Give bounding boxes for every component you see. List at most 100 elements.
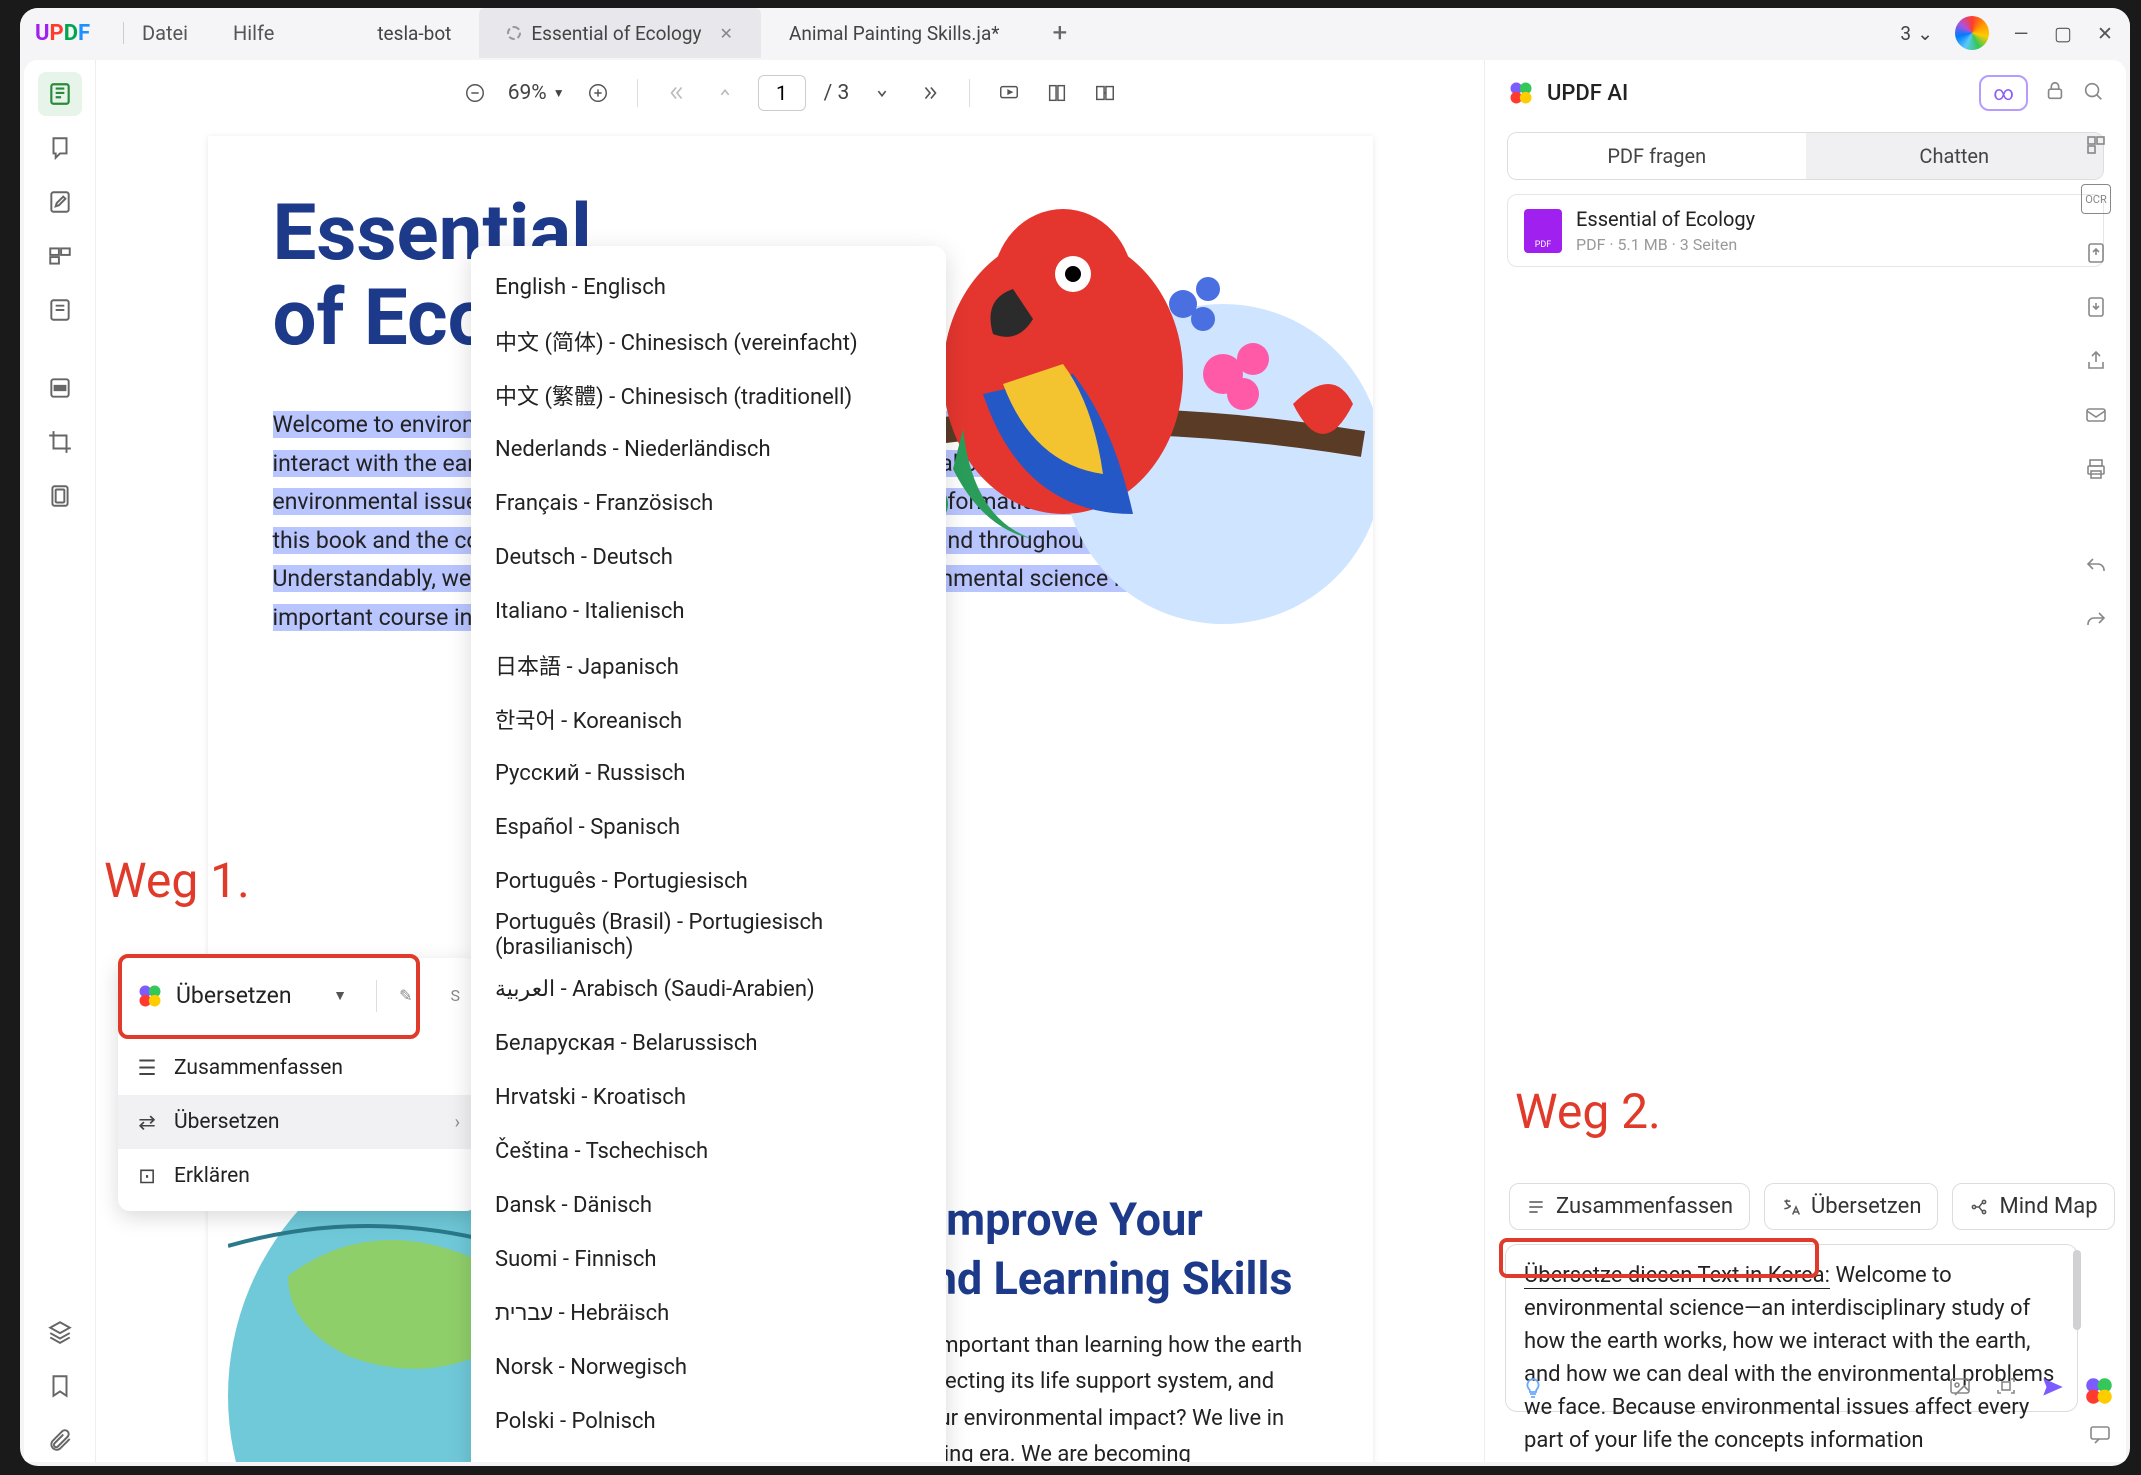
tab-essential-of-ecology[interactable]: Essential of Ecology✕	[479, 8, 761, 58]
language-option[interactable]: Norsk - Norwegisch	[471, 1340, 946, 1394]
tab-chatten[interactable]: Chatten	[1806, 133, 2104, 179]
tab-strip: tesla-bot Essential of Ecology✕ Animal P…	[349, 8, 1900, 58]
language-option[interactable]: Deutsch - Deutsch	[471, 530, 946, 584]
lock-icon[interactable]	[2044, 80, 2066, 106]
translate-button[interactable]: Übersetzen ▼ ✎ S	[118, 958, 478, 1033]
rail-share[interactable]	[2081, 346, 2111, 376]
minimize-button[interactable]: —	[2011, 23, 2031, 43]
brand-logo: UPDF	[35, 21, 105, 46]
chip-translate[interactable]: Übersetzen	[1764, 1183, 1939, 1230]
zoom-level[interactable]: 69%▼	[508, 81, 565, 105]
last-page-button[interactable]	[915, 78, 945, 108]
language-option[interactable]: 中文 (繁體) - Chinesisch (traditionell)	[471, 368, 946, 422]
highlight-icon[interactable]: ✎	[399, 986, 412, 1005]
rail-thumbnails[interactable]	[2081, 130, 2111, 160]
page-total: / 3	[824, 81, 850, 105]
zoom-out-button[interactable]	[460, 78, 490, 108]
tab-icon	[507, 26, 521, 40]
ai-fab[interactable]	[2082, 1374, 2116, 1412]
floater-menu: ☰Zusammenfassen ⇄Übersetzen› ⊡Erklären	[118, 1033, 478, 1211]
tab-tesla-bot[interactable]: tesla-bot	[349, 8, 479, 58]
maximize-button[interactable]: ▢	[2053, 23, 2073, 43]
page-number-input[interactable]	[758, 75, 806, 111]
language-option[interactable]: العربية - Arabisch (Saudi-Arabien)	[471, 962, 946, 1016]
tab-label: tesla-bot	[377, 22, 451, 45]
language-option[interactable]: Русский - Russisch	[471, 746, 946, 800]
language-option[interactable]: Español - Spanisch	[471, 800, 946, 854]
rail-comment[interactable]	[38, 126, 82, 170]
rail-undo[interactable]	[2081, 552, 2111, 582]
prev-page-button[interactable]	[710, 78, 740, 108]
link-mode-toggle[interactable]: ∞	[1979, 75, 2028, 111]
language-option[interactable]: Hrvatski - Kroatisch	[471, 1070, 946, 1124]
input-scrollbar[interactable]	[2073, 1250, 2081, 1410]
next-page-button[interactable]	[867, 78, 897, 108]
rail-crop[interactable]	[38, 420, 82, 464]
compare-button[interactable]	[1090, 78, 1120, 108]
language-option[interactable]: Čeština - Tschechisch	[471, 1124, 946, 1178]
page-layout-button[interactable]	[1042, 78, 1072, 108]
rail-ocr[interactable]: OCR	[2081, 184, 2111, 214]
search-icon[interactable]	[2082, 80, 2104, 106]
rail-redo[interactable]	[2081, 606, 2111, 636]
image-icon[interactable]	[1948, 1374, 1972, 1404]
explain-icon: ⊡	[136, 1164, 158, 1189]
language-option[interactable]: 한국어 - Koreanisch	[471, 692, 946, 746]
rail-reader[interactable]	[38, 72, 82, 116]
rail-compress[interactable]	[38, 474, 82, 518]
close-icon[interactable]: ✕	[720, 24, 733, 43]
rail-bookmark[interactable]	[38, 1364, 82, 1408]
rail-edit[interactable]	[38, 180, 82, 224]
menu-summarize[interactable]: ☰Zusammenfassen	[118, 1041, 478, 1095]
language-option[interactable]: Português (Brasil) - Portugiesisch (bras…	[471, 908, 946, 962]
language-option[interactable]: Dansk - Dänisch	[471, 1178, 946, 1232]
tab-count[interactable]: 3⌄	[1900, 22, 1933, 45]
language-option[interactable]: Suomi - Finnisch	[471, 1232, 946, 1286]
first-page-button[interactable]	[662, 78, 692, 108]
suggestion-icon[interactable]	[1521, 1376, 1545, 1404]
rail-form[interactable]	[38, 288, 82, 332]
rail-layers[interactable]	[38, 1310, 82, 1354]
rail-export[interactable]	[2081, 238, 2111, 268]
chat-history-icon[interactable]	[2088, 1422, 2112, 1450]
language-option[interactable]: Italiano - Italienisch	[471, 584, 946, 638]
rail-import[interactable]	[2081, 292, 2111, 322]
chip-summarize[interactable]: Zusammenfassen	[1509, 1183, 1750, 1230]
language-option[interactable]: Français - Französisch	[471, 476, 946, 530]
rail-print[interactable]	[2081, 454, 2111, 484]
rail-email[interactable]	[2081, 400, 2111, 430]
tab-pdf-fragen[interactable]: PDF fragen	[1508, 133, 1806, 179]
translate-icon: ⇄	[136, 1110, 158, 1135]
presentation-button[interactable]	[994, 78, 1024, 108]
zoom-in-button[interactable]	[583, 78, 613, 108]
language-option[interactable]: 日本語 - Japanisch	[471, 638, 946, 692]
screenshot-icon[interactable]	[1994, 1374, 2018, 1404]
add-tab-button[interactable]: +	[1052, 18, 1067, 48]
close-window-button[interactable]: ✕	[2095, 23, 2115, 43]
chevron-down-icon[interactable]: ▼	[326, 987, 354, 1004]
updf-ai-icon	[136, 982, 164, 1010]
rail-redact[interactable]	[38, 366, 82, 410]
menu-file[interactable]: Datei	[142, 21, 188, 45]
language-option[interactable]: Беларуская - Belarussisch	[471, 1016, 946, 1070]
language-option[interactable]: עברית - Hebräisch	[471, 1286, 946, 1340]
menu-translate[interactable]: ⇄Übersetzen›	[118, 1095, 478, 1149]
menu-explain[interactable]: ⊡Erklären	[118, 1149, 478, 1203]
document-card[interactable]: Essential of EcologyPDF · 5.1 MB · 3 Sei…	[1507, 194, 2104, 267]
rail-attachment[interactable]	[38, 1418, 82, 1462]
rail-organize[interactable]	[38, 234, 82, 278]
language-option[interactable]: 中文 (简体) - Chinesisch (vereinfacht)	[471, 314, 946, 368]
language-option[interactable]: Polski - Polnisch	[471, 1394, 946, 1448]
menu-help[interactable]: Hilfe	[233, 21, 274, 45]
language-option[interactable]: Svenska - Schwedisch	[471, 1448, 946, 1462]
chip-mindmap[interactable]: Mind Map	[1952, 1183, 2114, 1230]
account-avatar[interactable]	[1955, 16, 1989, 50]
tab-animal-painting[interactable]: Animal Painting Skills.ja*	[761, 8, 1028, 58]
translate-icon	[1781, 1197, 1801, 1217]
annotation-weg1: Weg 1.	[104, 852, 250, 909]
language-option[interactable]: Português - Portugiesisch	[471, 854, 946, 908]
strike-icon[interactable]: S	[451, 986, 461, 1005]
language-option[interactable]: English - Englisch	[471, 260, 946, 314]
send-button[interactable]	[2040, 1374, 2066, 1404]
language-option[interactable]: Nederlands - Niederländisch	[471, 422, 946, 476]
